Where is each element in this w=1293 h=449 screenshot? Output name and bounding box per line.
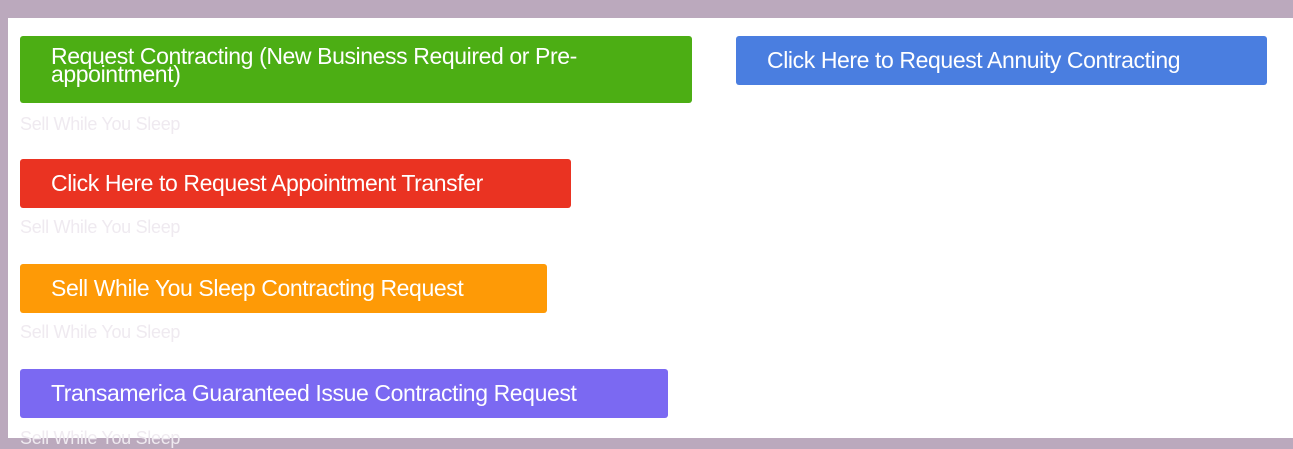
- transamerica-guaranteed-issue-button[interactable]: Transamerica Guaranteed Issue Contractin…: [20, 369, 668, 418]
- sell-while-you-sleep-button[interactable]: Sell While You Sleep Contracting Request: [20, 264, 547, 313]
- content-panel: Request Contracting (New Business Requir…: [8, 18, 1293, 448]
- annuity-contracting-button[interactable]: Click Here to Request Annuity Contractin…: [736, 36, 1267, 85]
- caption-text: Sell While You Sleep: [20, 217, 181, 237]
- caption-text: Sell While You Sleep: [20, 114, 181, 134]
- caption-text: Sell While You Sleep: [20, 428, 181, 448]
- caption-text: Sell While You Sleep: [20, 322, 181, 342]
- appointment-transfer-button[interactable]: Click Here to Request Appointment Transf…: [20, 159, 571, 208]
- request-contracting-button[interactable]: Request Contracting (New Business Requir…: [20, 36, 692, 103]
